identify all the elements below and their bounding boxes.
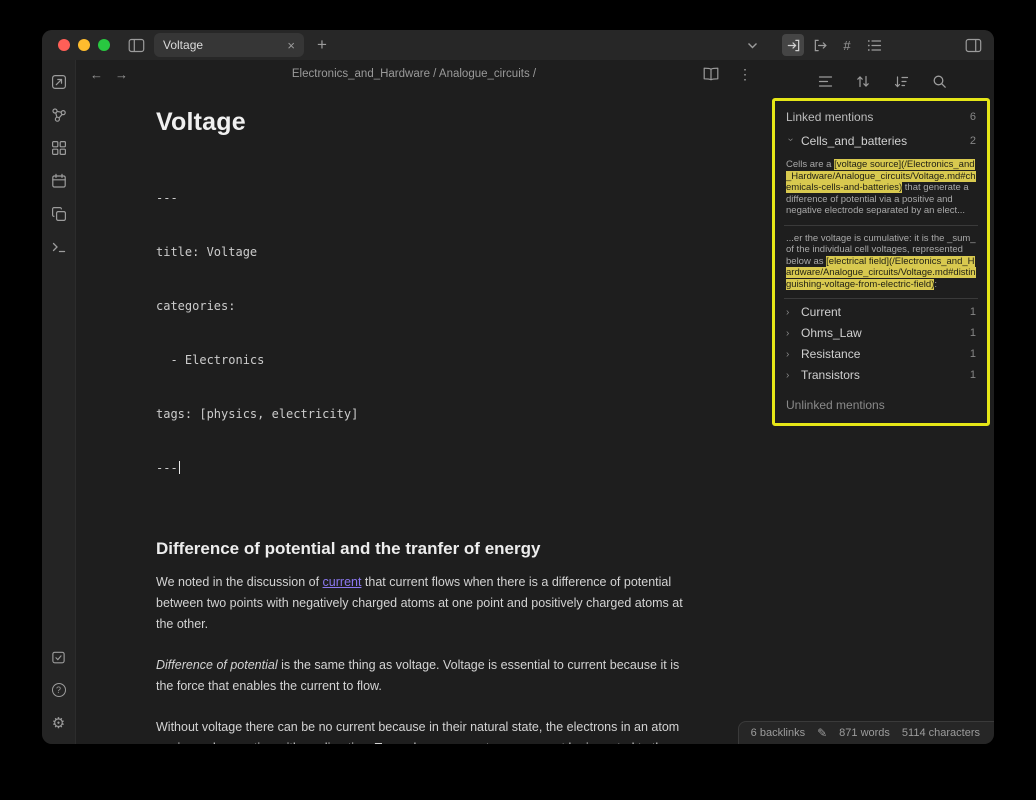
- navigate-forward-button[interactable]: →: [115, 67, 128, 82]
- frontmatter-line: - Electronics: [156, 351, 730, 369]
- templates-icon[interactable]: [48, 205, 70, 223]
- backlink-group-transistors[interactable]: › Transistors 1: [784, 365, 978, 386]
- emphasis-text: Difference of potential: [156, 658, 278, 672]
- backlink-group-label: Resistance: [801, 347, 964, 361]
- more-options-icon[interactable]: ⋮: [734, 63, 756, 85]
- paragraph: Without voltage there can be no current …: [156, 717, 696, 744]
- left-sidebar-toggle-icon[interactable]: [125, 34, 147, 56]
- backlinks-toolbar: [770, 66, 994, 96]
- help-question-glyph: ?: [52, 683, 66, 697]
- backlink-result[interactable]: Cells are a [voltage source](/Electronic…: [784, 152, 978, 226]
- internal-link-current[interactable]: current: [323, 575, 362, 589]
- help-icon[interactable]: ?: [48, 681, 70, 699]
- graph-view-icon[interactable]: [48, 106, 70, 124]
- backlinks-panel: Linked mentions 6 › Cells_and_batteries …: [770, 60, 994, 744]
- settings-icon[interactable]: ⚙: [48, 714, 70, 732]
- linked-mentions-header[interactable]: Linked mentions 6: [784, 108, 978, 131]
- tab-list-chevron-icon[interactable]: [741, 34, 763, 56]
- backlink-group-ohms-law[interactable]: › Ohms_Law 1: [784, 323, 978, 344]
- vault-switcher-icon[interactable]: [48, 648, 70, 666]
- sort-order-icon[interactable]: [890, 70, 912, 92]
- backlink-group-label: Cells_and_batteries: [801, 134, 964, 148]
- collapse-results-icon[interactable]: [814, 70, 836, 92]
- chevron-right-icon[interactable]: ›: [786, 328, 795, 339]
- zoom-window-button[interactable]: [98, 39, 110, 51]
- minimize-window-button[interactable]: [78, 39, 90, 51]
- chevron-right-icon[interactable]: ›: [786, 307, 795, 318]
- backlink-group-count: 1: [970, 348, 976, 360]
- tab-tags-icon[interactable]: #: [836, 34, 858, 56]
- daily-note-icon[interactable]: [48, 172, 70, 190]
- backlink-group-label: Transistors: [801, 368, 964, 382]
- search-icon[interactable]: [928, 70, 950, 92]
- quick-switcher-icon[interactable]: [48, 73, 70, 91]
- breadcrumb[interactable]: Electronics_and_Hardware / Analogue_circ…: [140, 68, 688, 80]
- result-text: Cells are a: [786, 159, 834, 170]
- backlink-group-label: Ohms_Law: [801, 326, 964, 340]
- workspace: ? ⚙ ← → Electronics_and_Hardware / Analo…: [42, 60, 994, 744]
- traffic-lights: [58, 39, 110, 51]
- section-heading: Difference of potential and the tranfer …: [156, 539, 730, 559]
- obsidian-window: Voltage × + #: [42, 30, 994, 744]
- new-tab-button[interactable]: +: [311, 34, 333, 56]
- backlink-group-count: 1: [970, 327, 976, 339]
- backlink-group-count: 2: [970, 135, 976, 147]
- result-text: :: [934, 279, 937, 290]
- status-word-count: 871 words: [839, 727, 890, 739]
- left-ribbon: ? ⚙: [42, 60, 76, 744]
- frontmatter-line: ---: [156, 459, 730, 477]
- titlebar: Voltage × + #: [42, 30, 994, 60]
- editor-pane: ← → Electronics_and_Hardware / Analogue_…: [76, 60, 770, 744]
- backlink-result[interactable]: ...er the voltage is cumulative: it is t…: [784, 226, 978, 300]
- chevron-right-icon[interactable]: ›: [786, 370, 795, 381]
- note-title: Voltage: [156, 108, 730, 137]
- backlink-group-count: 1: [970, 306, 976, 318]
- show-more-context-icon[interactable]: [852, 70, 874, 92]
- pencil-icon: ✎: [817, 726, 827, 740]
- frontmatter-line: ---: [156, 189, 730, 207]
- tab-backlinks-icon[interactable]: [782, 34, 804, 56]
- right-sidebar-toggle-icon[interactable]: [962, 34, 984, 56]
- tab-title: Voltage: [163, 38, 281, 52]
- frontmatter-block[interactable]: --- title: Voltage categories: - Electro…: [156, 153, 730, 513]
- status-backlinks[interactable]: 6 backlinks: [751, 727, 805, 739]
- backlink-group-cells-and-batteries[interactable]: › Cells_and_batteries 2: [784, 131, 978, 152]
- chevron-down-icon[interactable]: ›: [785, 138, 796, 147]
- close-window-button[interactable]: [58, 39, 70, 51]
- backlink-group-current[interactable]: › Current 1: [784, 302, 978, 323]
- note-content: Voltage --- title: Voltage categories: -…: [76, 88, 770, 744]
- text-cursor: [179, 461, 181, 474]
- status-bar: 6 backlinks ✎ 871 words 5114 characters: [738, 721, 994, 744]
- tab-outgoing-links-icon[interactable]: [809, 34, 831, 56]
- tab-outline-icon[interactable]: [863, 34, 885, 56]
- linked-mentions-box: Linked mentions 6 › Cells_and_batteries …: [772, 98, 990, 426]
- linked-mentions-label: Linked mentions: [786, 110, 873, 124]
- backlink-group-label: Current: [801, 305, 964, 319]
- status-character-count: 5114 characters: [902, 727, 980, 739]
- canvas-icon[interactable]: [48, 139, 70, 157]
- backlink-group-resistance[interactable]: › Resistance 1: [784, 344, 978, 365]
- reading-mode-icon[interactable]: [700, 63, 722, 85]
- terminal-icon[interactable]: [48, 238, 70, 256]
- paragraph-text: We noted in the discussion of: [156, 575, 323, 589]
- tab-voltage[interactable]: Voltage ×: [154, 33, 304, 57]
- right-sidebar-tab-headers: #: [770, 30, 994, 60]
- linked-mentions-count: 6: [970, 111, 976, 123]
- frontmatter-line: categories:: [156, 297, 730, 315]
- frontmatter-line-text: ---: [156, 461, 178, 475]
- collapsed-groups: › Current 1 › Ohms_Law 1 › Resistance 1: [784, 302, 978, 386]
- tab-close-icon[interactable]: ×: [287, 39, 295, 52]
- paragraph: We noted in the discussion of current th…: [156, 572, 696, 635]
- paragraph: Difference of potential is the same thin…: [156, 655, 696, 697]
- unlinked-mentions-header[interactable]: Unlinked mentions: [784, 386, 978, 414]
- view-header: ← → Electronics_and_Hardware / Analogue_…: [76, 60, 770, 88]
- frontmatter-line: tags: [physics, electricity]: [156, 405, 730, 423]
- chevron-right-icon[interactable]: ›: [786, 349, 795, 360]
- backlink-group-count: 1: [970, 369, 976, 381]
- frontmatter-line: title: Voltage: [156, 243, 730, 261]
- navigate-back-button[interactable]: ←: [90, 67, 103, 82]
